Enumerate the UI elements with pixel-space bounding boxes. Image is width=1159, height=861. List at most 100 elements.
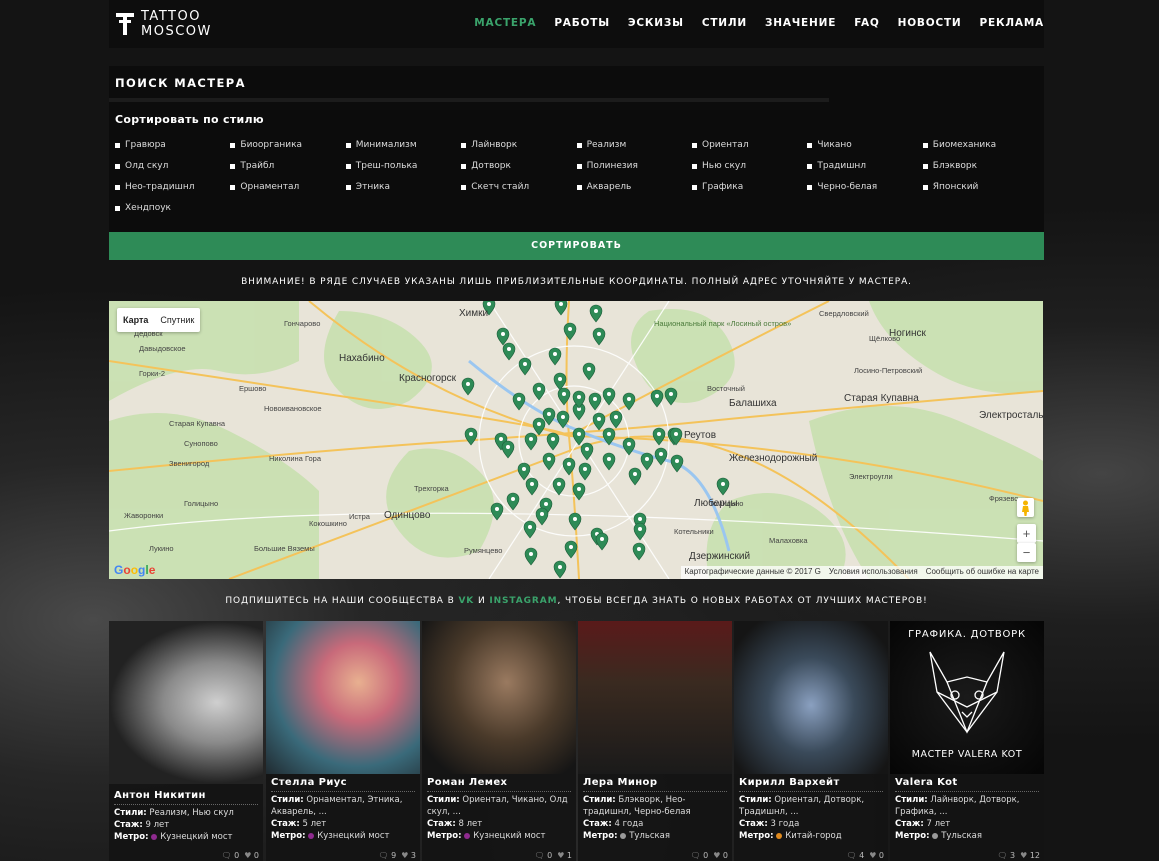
style-filter-option[interactable]: Блэкворк [922,161,977,171]
nav-masters[interactable]: МАСТЕРА [474,17,536,29]
instagram-link[interactable]: INSTAGRAM [489,596,557,606]
style-filter-option[interactable]: Японский [922,182,978,192]
street-view-pegman-icon[interactable] [1017,498,1034,517]
zoom-in-button[interactable]: + [1017,524,1036,543]
master-photo[interactable] [109,621,263,784]
master-name[interactable]: Роман Лемех [427,777,507,788]
master-name[interactable]: Антон Никитин [114,790,206,801]
checkbox[interactable] [461,184,467,190]
master-name[interactable]: Кирилл Вархейт [739,777,840,788]
master-card[interactable]: Кирилл Вархейт Стили: Ориентал, Дотворк,… [734,621,888,861]
master-card[interactable]: Роман Лемех Стили: Ориентал, Чикано, Олд… [422,621,576,861]
map-pin-dot [594,309,598,313]
nav-meaning[interactable]: ЗНАЧЕНИЕ [765,17,836,29]
map-pin-dot [583,467,587,471]
style-filter-option[interactable]: Чикано [807,140,852,150]
masters-map[interactable]: Химки Красногорск Балашиха Реутов Железнодор… [109,301,1043,579]
checkbox[interactable] [115,142,120,148]
master-card[interactable]: ГРАФИКА. ДОТВОРК МАСТЕР VALERA KOT Valer… [890,621,1044,861]
style-filter-option[interactable]: Традишнл [807,161,866,171]
style-filter-option[interactable]: Олд скул [115,161,168,171]
checkbox[interactable] [576,184,582,190]
checkbox[interactable] [115,163,120,169]
checkbox[interactable] [230,163,236,169]
style-filter-option[interactable]: Трайбл [230,161,274,171]
style-filter-option[interactable]: Нью скул [692,161,746,171]
checkbox[interactable] [807,184,813,190]
checkbox[interactable] [230,184,236,190]
style-filter-option[interactable]: Ориентал [692,140,749,150]
style-filter-option[interactable]: Скетч стайл [461,182,529,192]
nav-works[interactable]: РАБОТЫ [554,17,610,29]
checkbox[interactable] [922,184,928,190]
style-filter-option[interactable]: Гравюра [115,140,166,150]
map-pin-dot [561,415,565,419]
checkbox[interactable] [115,184,120,190]
map-place-label: Старая Купавна [169,419,226,428]
style-filter-option[interactable]: Графика [692,182,743,192]
checkbox[interactable] [576,163,582,169]
master-card[interactable]: Лера Минор Стили: Блэкворк, Нео-традишнл… [578,621,732,861]
style-filter-option[interactable]: Нео-традишнл [115,182,194,192]
map-canvas[interactable]: Химки Красногорск Балашиха Реутов Железнодор… [109,301,1043,579]
checkbox[interactable] [345,163,351,169]
style-filter-option[interactable]: Хендпоук [115,203,171,213]
map-terms-link[interactable]: Условия использования [829,567,918,578]
checkbox[interactable] [807,163,813,169]
master-name[interactable]: Стелла Риус [271,777,347,788]
style-filter-option[interactable]: Дотворк [461,161,511,171]
style-filter-option[interactable]: Лайнворк [461,140,517,150]
map-pin-dot [537,387,541,391]
style-filter-option[interactable]: Биоорганика [230,140,302,150]
style-filter-option[interactable]: Полинезия [576,161,638,171]
checkbox[interactable] [230,142,236,148]
checkbox[interactable] [345,184,351,190]
master-photo[interactable] [422,621,576,774]
checkbox[interactable] [807,142,813,148]
style-filter-option[interactable]: Акварель [576,182,631,192]
checkbox[interactable] [692,142,697,148]
vk-link[interactable]: VK [458,596,474,606]
style-filter-option[interactable]: Орнаментал [230,182,299,192]
divider [114,804,258,805]
map-report-link[interactable]: Сообщить об ошибке на карте [926,567,1039,578]
master-card[interactable]: Антон Никитин Стили: Реализм, Нью скул С… [109,621,263,861]
checkbox[interactable] [115,205,120,211]
checkbox[interactable] [461,163,467,169]
comments-count: 🗨 9 [378,851,397,860]
style-filter-option[interactable]: Биомеханика [922,140,996,150]
map-pin-dot [659,452,663,456]
nav-styles[interactable]: СТИЛИ [702,17,747,29]
map-type-satellite[interactable]: Спутник [154,308,200,332]
sort-button[interactable]: СОРТИРОВАТЬ [109,232,1044,260]
master-name[interactable]: Valera Kot [895,777,958,788]
checkbox[interactable] [576,142,582,148]
master-photo[interactable] [266,621,420,774]
master-photo[interactable] [578,621,732,774]
nav-news[interactable]: НОВОСТИ [898,17,962,29]
style-filter-option[interactable]: Черно-белая [807,182,877,192]
checkbox[interactable] [922,163,928,169]
site-logo[interactable]: TATTOO MOSCOW [115,9,212,39]
style-filter-option[interactable]: Этника [345,182,390,192]
master-stats: 🗨 0 ♥ 0 [690,851,728,860]
nav-faq[interactable]: FAQ [854,17,879,29]
style-filter-option[interactable]: Минимализм [345,140,417,150]
master-card[interactable]: Стелла Риус Стили: Орнаментал, Этника, А… [266,621,420,861]
checkbox[interactable] [461,142,467,148]
checkbox[interactable] [692,184,697,190]
master-photo[interactable]: ГРАФИКА. ДОТВОРК МАСТЕР VALERA KOT [890,621,1044,774]
map-type-map[interactable]: Карта [117,308,154,332]
style-filter-option[interactable]: Реализм [576,140,626,150]
checkbox[interactable] [922,142,928,148]
zoom-out-button[interactable]: − [1017,543,1036,562]
checkbox[interactable] [345,142,351,148]
map-pin-dot [721,482,725,486]
comment-icon: 🗨 [221,851,232,860]
nav-sketches[interactable]: ЭСКИЗЫ [628,17,684,29]
master-name[interactable]: Лера Минор [583,777,657,788]
nav-ads[interactable]: РЕКЛАМА [980,17,1044,29]
master-photo[interactable] [734,621,888,774]
style-filter-option[interactable]: Треш-полька [345,161,417,171]
checkbox[interactable] [692,163,697,169]
